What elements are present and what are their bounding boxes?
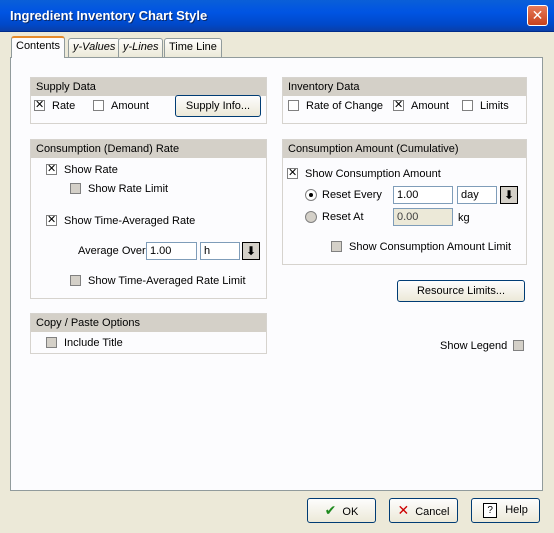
reset-at-unit: kg <box>458 212 470 224</box>
show-time-averaged-rate-checkbox[interactable]: ✕ <box>46 215 57 226</box>
reset-at-input[interactable]: 0.00 <box>393 208 453 226</box>
ok-button[interactable]: ✔ OK <box>307 498 376 523</box>
rate-of-change-checkbox[interactable] <box>288 100 299 111</box>
help-button[interactable]: ? Help <box>471 498 540 523</box>
consumption-amount-title: Consumption Amount (Cumulative) <box>283 140 526 158</box>
help-label: Help <box>505 504 528 516</box>
cancel-button[interactable]: ✕ Cancel <box>389 498 458 523</box>
show-legend-checkbox[interactable] <box>513 340 524 351</box>
reset-every-label: Reset Every <box>322 189 382 201</box>
show-time-averaged-rate-limit-label: Show Time-Averaged Rate Limit <box>88 275 246 287</box>
supply-amount-checkbox[interactable] <box>93 100 104 111</box>
show-consumption-amount-limit-checkbox[interactable] <box>331 241 342 252</box>
tab-time-line[interactable]: Time Line <box>164 38 222 57</box>
supply-data-title: Supply Data <box>31 78 266 96</box>
show-rate-checkbox[interactable]: ✕ <box>46 164 57 175</box>
show-rate-limit-label: Show Rate Limit <box>88 183 169 195</box>
window-title: Ingredient Inventory Chart Style <box>10 8 208 23</box>
average-over-unit-select[interactable]: h <box>200 242 240 260</box>
tab-contents[interactable]: Contents <box>11 36 66 58</box>
show-consumption-amount-limit-label: Show Consumption Amount Limit <box>349 241 512 253</box>
average-over-label: Average Over <box>78 245 146 257</box>
cancel-x-icon: ✕ <box>397 502 410 518</box>
cancel-label: Cancel <box>415 506 450 518</box>
reset-every-unit-dropdown[interactable]: ⬇ <box>500 186 518 204</box>
supply-rate-label: Rate <box>52 100 76 112</box>
arrow-down-icon: ⬇ <box>503 188 515 202</box>
inventory-amount-label: Amount <box>411 100 449 112</box>
supply-info-button[interactable]: Supply Info... <box>175 95 261 117</box>
average-over-input[interactable]: 1.00 <box>146 242 197 260</box>
reset-every-unit-select[interactable]: day <box>457 186 497 204</box>
limits-checkbox[interactable] <box>462 100 473 111</box>
show-consumption-amount-checkbox[interactable]: ✕ <box>287 168 298 179</box>
supply-rate-checkbox[interactable]: ✕ <box>34 100 45 111</box>
show-time-averaged-rate-label: Show Time-Averaged Rate <box>64 215 196 227</box>
show-rate-limit-checkbox[interactable] <box>70 183 81 194</box>
show-time-averaged-rate-limit-checkbox[interactable] <box>70 275 81 286</box>
show-consumption-amount-label: Show Consumption Amount <box>305 168 441 180</box>
reset-every-input[interactable]: 1.00 <box>393 186 453 204</box>
checkmark-icon: ✔ <box>324 502 337 518</box>
reset-every-radio[interactable] <box>305 189 317 201</box>
include-title-checkbox[interactable] <box>46 337 57 348</box>
copy-paste-title: Copy / Paste Options <box>31 314 266 332</box>
include-title-label: Include Title <box>64 337 123 349</box>
rate-of-change-label: Rate of Change <box>306 100 384 112</box>
show-legend-label: Show Legend <box>440 340 508 352</box>
reset-at-label: Reset At <box>322 211 364 223</box>
ok-label: OK <box>342 506 359 518</box>
tab-y-values[interactable]: y-Values <box>68 38 121 57</box>
resource-limits-button[interactable]: Resource Limits... <box>397 280 525 302</box>
consumption-rate-title: Consumption (Demand) Rate <box>31 140 266 158</box>
inventory-amount-checkbox[interactable]: ✕ <box>393 100 404 111</box>
reset-at-radio[interactable] <box>305 211 317 223</box>
average-over-unit-dropdown[interactable]: ⬇ <box>242 242 260 260</box>
close-button[interactable]: ✕ <box>527 5 548 26</box>
help-icon: ? <box>483 502 498 518</box>
tab-y-lines[interactable]: y-Lines <box>118 38 164 57</box>
limits-label: Limits <box>480 100 509 112</box>
arrow-down-icon: ⬇ <box>245 244 257 258</box>
supply-amount-label: Amount <box>111 100 149 112</box>
close-icon: ✕ <box>531 7 544 23</box>
show-rate-label: Show Rate <box>64 164 118 176</box>
inventory-data-title: Inventory Data <box>283 78 526 96</box>
